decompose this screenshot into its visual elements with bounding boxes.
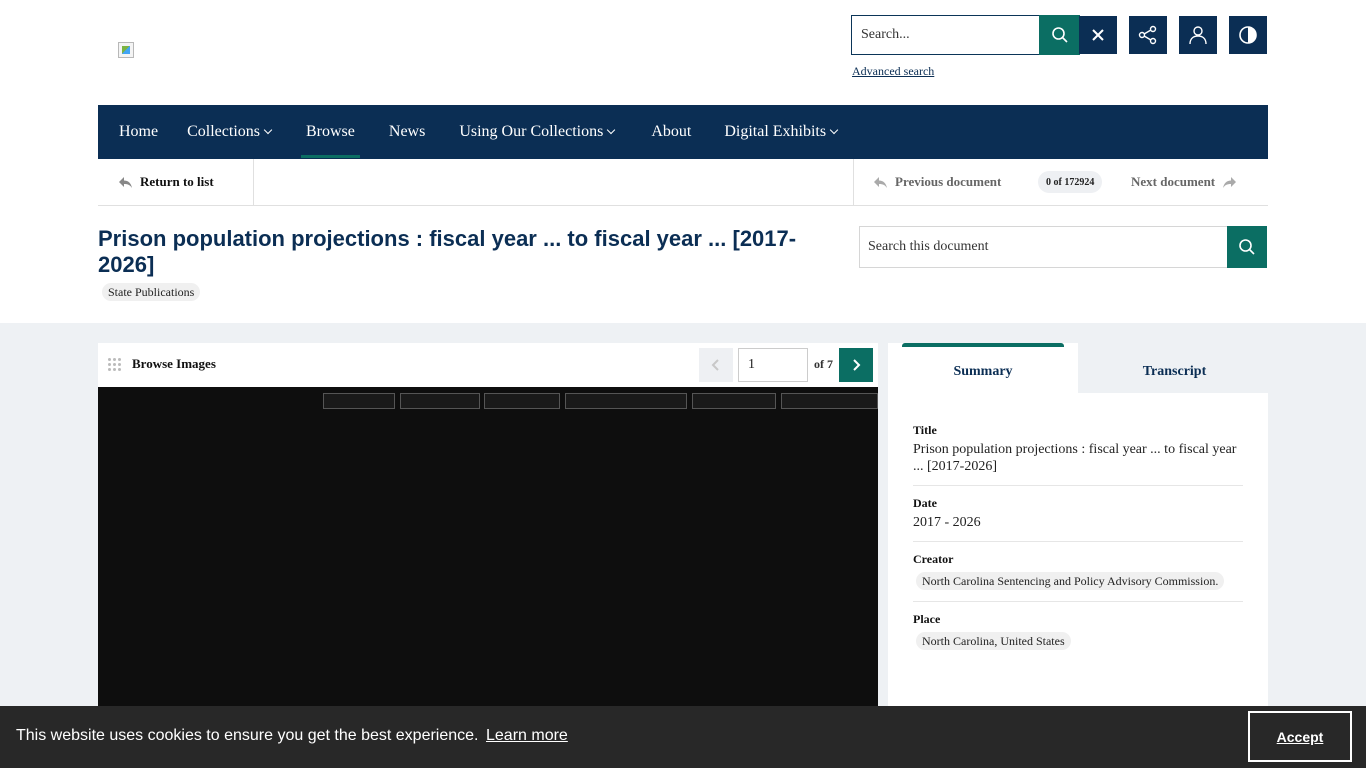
- return-to-list-button[interactable]: Return to list: [118, 174, 214, 190]
- next-document-label: Next document: [1131, 174, 1216, 189]
- nav-item-about[interactable]: About: [646, 105, 696, 159]
- nav-label: About: [651, 123, 692, 140]
- close-icon: [1092, 29, 1104, 41]
- browse-images-label: Browse Images: [132, 356, 216, 371]
- nav-label: Digital Exhibits: [724, 123, 827, 140]
- share-button[interactable]: [1129, 16, 1167, 54]
- field-label: Date: [913, 496, 937, 510]
- page-number-input[interactable]: [738, 348, 808, 382]
- next-document-button[interactable]: Next document: [1131, 174, 1237, 190]
- nav-label: Browse: [306, 123, 355, 140]
- creator-tag[interactable]: North Carolina Sentencing and Policy Adv…: [916, 572, 1225, 590]
- user-icon: [1189, 26, 1207, 45]
- nav-item-collections[interactable]: Collections: [182, 105, 276, 159]
- chevron-right-icon: [853, 359, 861, 371]
- search-icon: [1051, 27, 1068, 43]
- site-logo[interactable]: [118, 42, 134, 58]
- chevron-left-icon: [711, 359, 719, 371]
- title-field: Title Prison population projections : fi…: [913, 423, 1243, 475]
- contrast-icon: [1239, 26, 1257, 44]
- site-search-button[interactable]: [1039, 15, 1080, 55]
- chevron-down-icon: [607, 125, 616, 135]
- field-label: Creator: [913, 552, 954, 566]
- nav-label: News: [388, 123, 426, 140]
- field-label: Title: [913, 423, 937, 437]
- field-value: Prison population projections : fiscal y…: [913, 442, 1237, 474]
- metadata-panel: Title Prison population projections : fi…: [888, 393, 1268, 707]
- chevron-down-icon: [263, 125, 273, 135]
- divider: [253, 159, 254, 206]
- place-field: Place North Carolina, United States: [913, 612, 1243, 650]
- accept-cookies-button[interactable]: Accept: [1248, 711, 1352, 762]
- nav-label: Home: [119, 123, 159, 140]
- main-nav: Home Collections Browse News Using Our C…: [98, 105, 1268, 159]
- document-title: Prison population projections : fiscal y…: [98, 226, 797, 277]
- nav-item-news[interactable]: News: [384, 105, 430, 159]
- viewer-toolbar: Browse Images of 7: [98, 343, 878, 387]
- previous-document-button[interactable]: Previous document: [873, 174, 1001, 190]
- divider: [913, 485, 1243, 486]
- search-icon: [1239, 239, 1255, 255]
- cookie-message: This website uses cookies to ensure you …: [16, 727, 479, 744]
- previous-document-label: Previous document: [895, 174, 1002, 189]
- previous-page-button[interactable]: [699, 348, 733, 382]
- divider: [853, 159, 854, 206]
- reply-arrow-icon: [119, 176, 132, 188]
- nav-label: Collections: [187, 123, 260, 140]
- nav-item-digital-exhibits[interactable]: Digital Exhibits: [719, 105, 842, 159]
- field-label: Place: [913, 612, 941, 626]
- nav-item-browse[interactable]: Browse: [301, 105, 360, 159]
- site-header: Advanced search: [0, 0, 1366, 105]
- tab-summary[interactable]: Summary: [888, 343, 1078, 393]
- return-label: Return to list: [140, 174, 214, 189]
- collection-tag[interactable]: State Publications: [102, 283, 201, 301]
- clear-search-button[interactable]: [1079, 16, 1117, 54]
- next-page-button[interactable]: [839, 348, 873, 382]
- document-search-input[interactable]: [859, 226, 1228, 268]
- learn-more-link[interactable]: Learn more: [486, 727, 568, 745]
- page-thumbnail[interactable]: [400, 393, 480, 409]
- date-field: Date 2017 - 2026: [913, 496, 1243, 531]
- divider: [913, 541, 1243, 542]
- nav-label: Using Our Collections: [459, 123, 604, 140]
- account-button[interactable]: [1179, 16, 1217, 54]
- page-thumbnail[interactable]: [323, 393, 395, 409]
- document-counter: 0 of 172924: [1038, 171, 1103, 193]
- reply-arrow-icon: [874, 176, 887, 188]
- nav-item-home[interactable]: Home: [114, 105, 163, 159]
- divider: [913, 601, 1243, 602]
- image-viewer[interactable]: [98, 387, 878, 707]
- share-icon: [1138, 25, 1157, 45]
- nav-item-using-our-collections[interactable]: Using Our Collections: [454, 105, 619, 159]
- page-thumbnail[interactable]: [484, 393, 560, 409]
- document-toolbar: Return to list Previous document 0 of 17…: [98, 159, 1268, 206]
- contrast-toggle-button[interactable]: [1229, 16, 1267, 54]
- field-value: 2017 - 2026: [913, 515, 981, 530]
- browse-images-button[interactable]: Browse Images: [108, 356, 216, 372]
- document-search-button[interactable]: [1227, 226, 1267, 268]
- page-thumbnail[interactable]: [781, 393, 878, 409]
- cookie-banner: This website uses cookies to ensure you …: [0, 706, 1366, 768]
- grid-dots-icon: [108, 357, 121, 371]
- tab-transcript[interactable]: Transcript: [1081, 350, 1268, 393]
- site-search-input[interactable]: [851, 15, 1040, 55]
- page-total: of 7: [814, 357, 833, 371]
- page-thumbnail[interactable]: [565, 393, 687, 409]
- forward-arrow-icon: [1223, 176, 1237, 188]
- advanced-search-link[interactable]: Advanced search: [852, 64, 934, 79]
- page-thumbnail[interactable]: [692, 393, 776, 409]
- creator-field: Creator North Carolina Sentencing and Po…: [913, 552, 1243, 590]
- place-tag[interactable]: North Carolina, United States: [916, 632, 1071, 650]
- chevron-down-icon: [829, 125, 839, 135]
